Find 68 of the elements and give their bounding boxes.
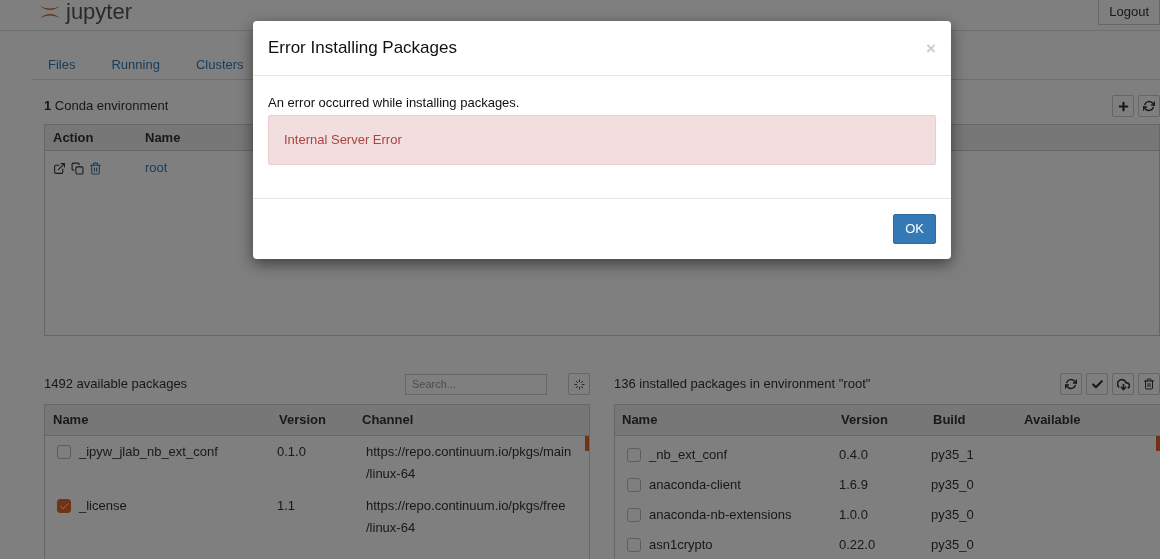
- package-name: _license: [79, 497, 127, 515]
- package-version: 0.4.0: [839, 446, 869, 465]
- environment-link[interactable]: root: [145, 158, 168, 178]
- check-icon: [1090, 377, 1104, 391]
- trash-icon: [1143, 378, 1155, 390]
- trash-icon[interactable]: [89, 161, 102, 175]
- package-version: 1.6.9: [839, 476, 869, 495]
- loading-button[interactable]: [568, 373, 590, 395]
- package-build: py35_0: [931, 506, 974, 525]
- error-message: An error occurred while installing packages.: [268, 94, 521, 112]
- checkbox[interactable]: [627, 538, 641, 552]
- column-header: Action: [52, 128, 95, 147]
- package-name: anaconda-client: [649, 476, 741, 495]
- checkbox[interactable]: [627, 478, 641, 492]
- column-header: Build: [933, 411, 967, 430]
- spinner-icon: [573, 378, 585, 390]
- package-build: py35_0: [931, 476, 974, 495]
- scrollbar-thumb[interactable]: [585, 436, 589, 451]
- channel-url: https://repo.continuum.io/pkgs/free: [366, 497, 566, 515]
- package-name: _nb_ext_conf: [649, 446, 728, 465]
- ok-button[interactable]: OK: [893, 213, 936, 244]
- copy-icon[interactable]: [71, 161, 84, 175]
- package-name: anaconda-nb-extensions: [649, 506, 792, 525]
- open-icon[interactable]: [53, 161, 66, 175]
- available-count: 1492 available packages: [44, 375, 189, 394]
- apply-button[interactable]: [1086, 373, 1108, 395]
- tab[interactable]: Files: [32, 57, 92, 73]
- column-header: Channel: [362, 411, 414, 430]
- refresh-button[interactable]: [1138, 95, 1160, 117]
- dialog-title: Error Installing Packages: [268, 37, 457, 60]
- column-header: Name: [52, 411, 90, 430]
- column-header: Name: [145, 128, 181, 147]
- refresh-icon: [1065, 378, 1077, 390]
- column-header: Available: [1024, 411, 1081, 430]
- package-build: py35_1: [931, 446, 974, 465]
- checkbox[interactable]: [57, 445, 71, 459]
- refresh-icon: [1143, 100, 1155, 112]
- download-button[interactable]: [1112, 373, 1134, 395]
- refresh-button[interactable]: [1060, 373, 1082, 395]
- package-version: 0.22.0: [839, 536, 877, 555]
- column-header: Version: [841, 411, 889, 430]
- checkbox[interactable]: [627, 448, 641, 462]
- package-version: 1.1: [276, 497, 297, 515]
- channel-url: /linux-64: [366, 519, 417, 537]
- scrollbar-thumb[interactable]: [1156, 436, 1160, 451]
- tab[interactable]: Clusters: [179, 57, 260, 73]
- channel-url: /linux-64: [366, 465, 417, 483]
- column-header: Version: [278, 411, 327, 430]
- channel-url: https://repo.continuum.io/pkgs/main: [366, 443, 572, 461]
- cloud-download-icon: [1116, 377, 1130, 391]
- checkbox[interactable]: [57, 499, 71, 513]
- environment-count: 1 Conda environment: [44, 97, 169, 116]
- package-version: 1.0.0: [839, 506, 869, 525]
- column-header: Name: [621, 411, 659, 430]
- close-button[interactable]: ×: [926, 39, 936, 57]
- package-name: asn1crypto: [649, 536, 713, 555]
- package-version: 0.1.0: [276, 443, 307, 461]
- installed-title: 136 installed packages in environment "root": [614, 375, 872, 394]
- plus-icon: [1116, 99, 1130, 113]
- checkbox[interactable]: [627, 508, 641, 522]
- package-name: _ipyw_jlab_nb_ext_conf: [79, 443, 218, 461]
- delete-button[interactable]: [1138, 373, 1160, 395]
- logout-button[interactable]: Logout: [1098, 0, 1160, 25]
- package-build: py35_0: [931, 536, 974, 555]
- add-button[interactable]: [1112, 95, 1134, 117]
- logo-text: jupyter: [66, 0, 133, 24]
- tab[interactable]: Running: [95, 57, 176, 73]
- error-alert: Internal Server Error: [268, 114, 936, 165]
